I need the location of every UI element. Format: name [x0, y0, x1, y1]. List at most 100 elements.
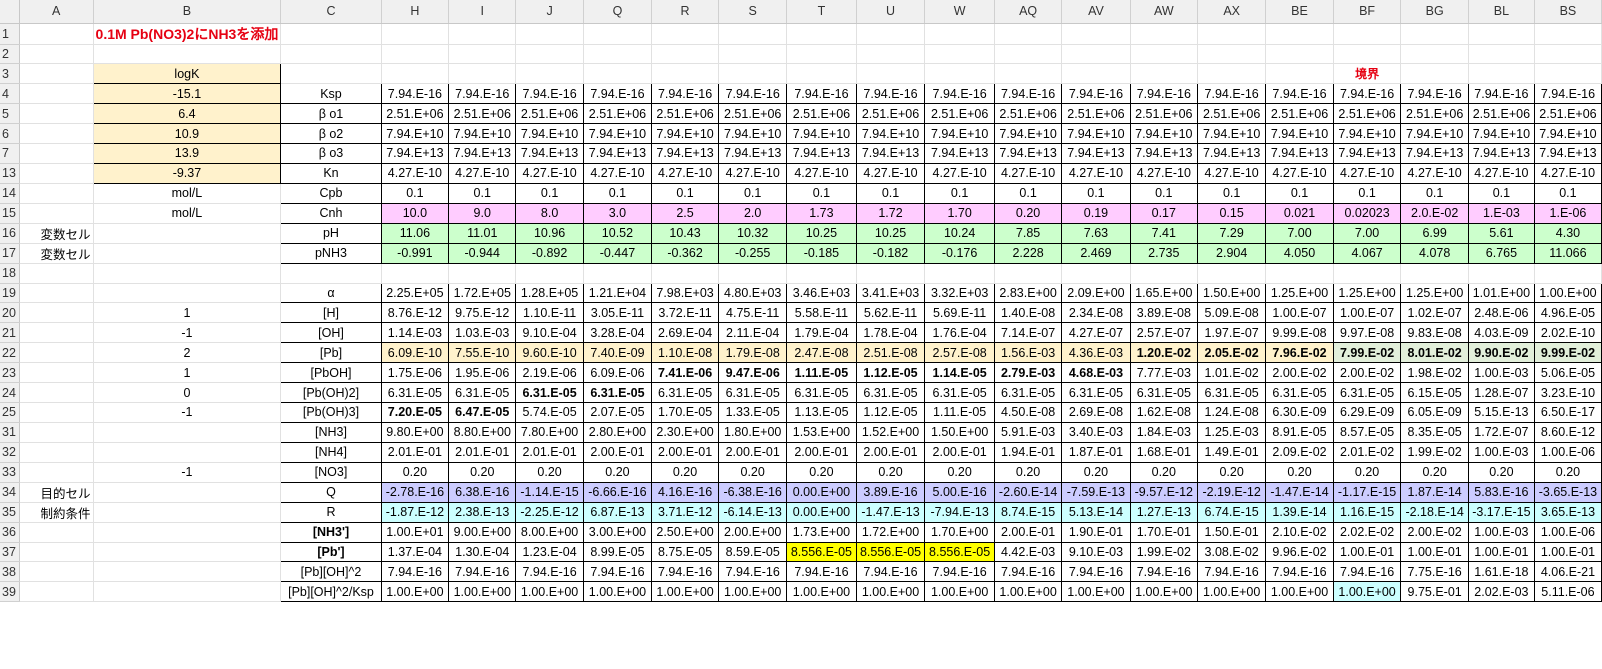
cell-b[interactable] — [93, 223, 282, 244]
value-cell[interactable] — [1197, 263, 1267, 284]
cell-a[interactable] — [19, 83, 94, 105]
column-header[interactable]: W — [924, 0, 995, 24]
value-cell[interactable]: 6.31.E-05 — [582, 382, 653, 403]
value-cell[interactable]: 0.20 — [650, 461, 720, 483]
value-cell[interactable]: 0.20 — [924, 461, 995, 483]
value-cell[interactable]: 1.62.E-08 — [1129, 402, 1199, 423]
value-cell[interactable]: 0.00.E+00 — [786, 501, 857, 523]
value-cell[interactable] — [1265, 63, 1334, 85]
value-cell[interactable]: 1.12.E-05 — [855, 362, 926, 384]
cell-c[interactable]: [Pb] — [280, 342, 382, 364]
value-cell[interactable]: 10.52 — [582, 222, 653, 244]
cell-a[interactable] — [19, 203, 94, 224]
value-cell[interactable]: 1.00.E+00 — [718, 581, 788, 603]
row-header[interactable]: 38 — [0, 561, 20, 583]
value-cell[interactable] — [1468, 263, 1535, 284]
value-cell[interactable]: 7.94.E+13 — [1400, 143, 1469, 164]
value-cell[interactable] — [1061, 23, 1131, 45]
value-cell[interactable]: 7.94.E+10 — [1332, 123, 1402, 145]
value-cell[interactable]: 4.27.E-10 — [1400, 162, 1469, 184]
value-cell[interactable]: 4.16.E-16 — [650, 481, 720, 503]
value-cell[interactable]: 2.51.E+06 — [1197, 103, 1267, 125]
value-cell[interactable]: 2.51.E+06 — [1332, 103, 1402, 125]
cell-b[interactable] — [93, 283, 282, 304]
cell-c[interactable]: R — [280, 501, 382, 523]
value-cell[interactable]: 1.00.E+00 — [1265, 581, 1334, 603]
value-cell[interactable]: -0.944 — [448, 242, 517, 264]
value-cell[interactable] — [1130, 23, 1199, 45]
value-cell[interactable]: 1.90.E-01 — [1061, 521, 1131, 543]
cell-c[interactable]: β o1 — [280, 103, 382, 125]
value-cell[interactable]: 2.735 — [1129, 242, 1199, 264]
row-header[interactable]: 7 — [0, 143, 20, 164]
value-cell[interactable]: 5.74.E-05 — [515, 402, 584, 423]
value-cell[interactable] — [994, 63, 1063, 85]
value-cell[interactable]: 1.50.E+00 — [1197, 282, 1267, 304]
value-cell[interactable]: 0.20 — [1533, 461, 1602, 483]
value-cell[interactable]: 5.91.E-03 — [993, 421, 1063, 443]
sheet-title[interactable]: 0.1M Pb(NO3)2にNH3を添加 — [93, 23, 282, 45]
value-cell[interactable]: 7.94.E-16 — [993, 83, 1063, 105]
value-cell[interactable]: 0.021 — [1265, 202, 1334, 224]
value-cell[interactable]: -1.87.E-12 — [380, 501, 450, 523]
row-header[interactable]: 19 — [0, 283, 20, 304]
column-header[interactable]: BL — [1468, 0, 1535, 24]
cell-b[interactable] — [93, 44, 282, 65]
value-cell[interactable]: 1.70.E-05 — [650, 402, 720, 423]
value-cell[interactable]: 8.556.E-05 — [855, 541, 926, 563]
cell-c[interactable]: β o2 — [280, 123, 382, 145]
value-cell[interactable]: 2.51.E+06 — [515, 103, 584, 125]
value-cell[interactable]: 0.20 — [993, 202, 1063, 224]
value-cell[interactable]: 4.75.E-11 — [718, 302, 788, 324]
value-cell[interactable]: -0.176 — [924, 242, 995, 264]
value-cell[interactable] — [515, 44, 584, 65]
value-cell[interactable]: 2.904 — [1197, 242, 1267, 264]
cell-b[interactable]: mol/L — [93, 203, 282, 224]
value-cell[interactable]: 7.94.E+13 — [1265, 143, 1334, 164]
value-cell[interactable]: 1.56.E-03 — [993, 342, 1063, 364]
value-cell[interactable]: 0.1 — [1467, 182, 1535, 204]
value-cell[interactable] — [1333, 44, 1402, 65]
value-cell[interactable]: 0.20 — [1061, 461, 1131, 483]
cell-c[interactable]: [Pb(OH)3] — [280, 402, 382, 423]
value-cell[interactable]: -2.25.E-12 — [515, 501, 584, 523]
value-cell[interactable]: 7.94.E-16 — [1467, 83, 1535, 105]
cell-b[interactable] — [93, 502, 282, 523]
value-cell[interactable]: 0.1 — [855, 182, 926, 204]
value-cell[interactable]: 1.02.E-07 — [1400, 302, 1469, 324]
value-cell[interactable]: 0.20 — [1332, 461, 1402, 483]
value-cell[interactable]: 3.08.E-02 — [1197, 541, 1267, 563]
value-cell[interactable]: 0.20 — [855, 461, 926, 483]
row-header[interactable]: 3 — [0, 63, 20, 85]
value-cell[interactable] — [786, 263, 857, 284]
value-cell[interactable]: 2.469 — [1061, 242, 1131, 264]
value-cell[interactable]: 4.06.E-21 — [1533, 561, 1602, 583]
value-cell[interactable]: 7.94.E-16 — [1129, 83, 1199, 105]
cell-a[interactable]: 制約条件 — [19, 502, 94, 523]
value-cell[interactable]: 1.33.E-05 — [718, 402, 788, 423]
value-cell[interactable]: 2.51.E+06 — [448, 103, 517, 125]
cell-c[interactable] — [280, 263, 382, 284]
value-cell[interactable]: 7.94.E+13 — [582, 143, 653, 164]
row-header[interactable]: 4 — [0, 83, 20, 105]
value-cell[interactable]: 7.94.E+10 — [1265, 123, 1334, 145]
cell-a[interactable] — [19, 342, 94, 364]
cell-c[interactable] — [280, 23, 382, 45]
value-cell[interactable]: 7.99.E-02 — [1332, 342, 1402, 364]
value-cell[interactable]: 7.94.E-16 — [448, 561, 517, 583]
value-cell[interactable]: 2.02.E-10 — [1533, 322, 1602, 344]
value-cell[interactable]: 11.06 — [380, 222, 450, 244]
cell-a[interactable] — [19, 143, 94, 164]
value-cell[interactable] — [1061, 263, 1131, 284]
value-cell[interactable]: 4.36.E-03 — [1061, 342, 1131, 364]
row-header[interactable]: 21 — [0, 322, 20, 344]
value-cell[interactable]: 4.30 — [1533, 222, 1602, 244]
value-cell[interactable]: 1.00.E-07 — [1332, 302, 1402, 324]
value-cell[interactable]: 0.20 — [515, 461, 584, 483]
value-cell[interactable] — [1197, 63, 1267, 85]
value-cell[interactable]: 2.51.E+06 — [993, 103, 1063, 125]
value-cell[interactable]: 1.79.E-08 — [718, 342, 788, 364]
value-cell[interactable]: 1.65.E+00 — [1129, 282, 1199, 304]
row-header[interactable]: 15 — [0, 203, 20, 224]
value-cell[interactable] — [924, 63, 995, 85]
